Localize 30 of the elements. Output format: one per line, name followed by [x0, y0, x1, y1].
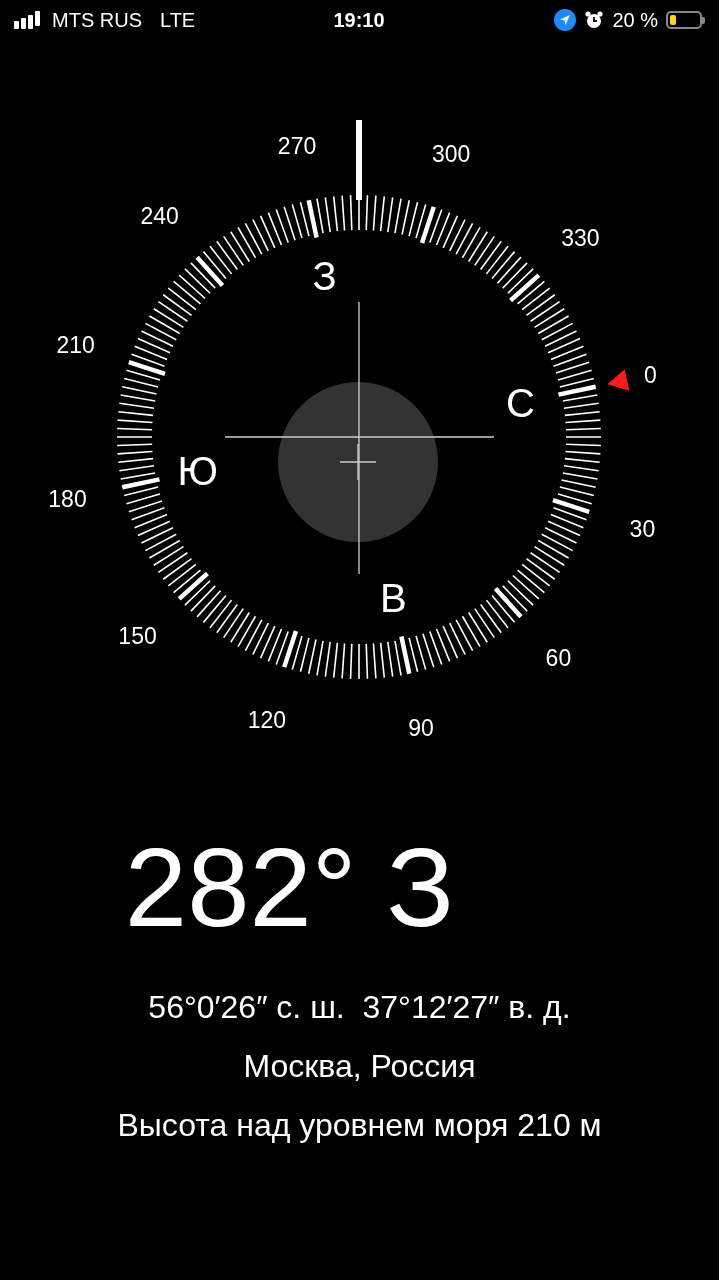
level-cross-icon	[339, 443, 377, 481]
alarm-icon	[584, 10, 605, 30]
cardinal-label: Ю	[177, 449, 218, 494]
degree-label: 330	[561, 224, 600, 251]
cardinal-label: С	[505, 380, 535, 425]
clock-time: 19:10	[332, 8, 386, 32]
altitude-text: Высота над уровнем моря 210 м	[117, 1107, 602, 1145]
degree-label: 180	[48, 485, 87, 512]
heading-degrees: 282°	[124, 826, 357, 950]
degree-label: 30	[629, 516, 656, 543]
place-name: Москва, Россия	[243, 1048, 476, 1086]
cardinal-label: В	[379, 576, 407, 621]
degree-label: 150	[118, 623, 157, 650]
network-type: LTE	[160, 8, 196, 32]
cardinal-label: З	[312, 253, 337, 298]
degree-label: 300	[431, 140, 471, 167]
degree-label: 240	[140, 202, 179, 229]
coordinates-text: 56°0′26″ с. ш. 37°12′27″ в. д.	[148, 989, 571, 1027]
carrier-name: MTS RUS	[52, 8, 142, 32]
degree-label: 210	[56, 331, 95, 358]
degree-label: 60	[545, 645, 572, 672]
north-pointer	[607, 369, 630, 391]
battery-icon	[666, 11, 705, 29]
degree-label: 0	[644, 362, 657, 389]
location-icon	[554, 9, 577, 31]
degree-label: 120	[247, 707, 287, 734]
battery-percent: 20 %	[612, 8, 658, 32]
heading-direction: З	[386, 826, 455, 950]
degree-label: 270	[277, 132, 317, 159]
degree-label: 90	[408, 715, 434, 742]
